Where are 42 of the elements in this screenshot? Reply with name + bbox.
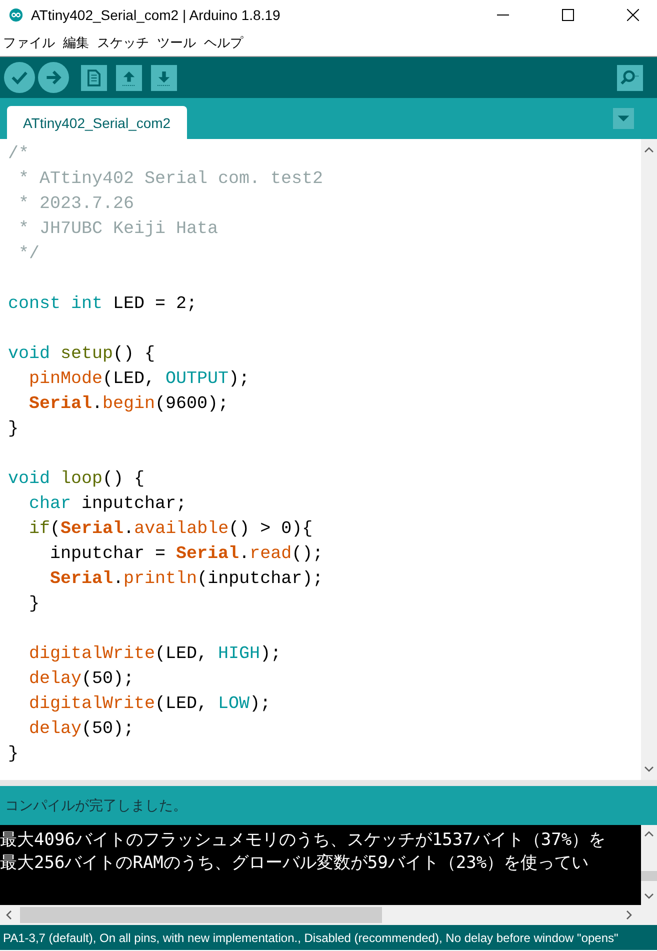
code-line: delay(50);: [28, 718, 134, 741]
maximize-icon[interactable]: [562, 9, 574, 21]
code-line: Serial.begin(9600);: [28, 393, 229, 416]
console-line: 最大4096バイトのフラッシュメモリのうち、スケッチが1537バイト（37%）を: [0, 829, 606, 852]
sketch-tab[interactable]: ATtiny402_Serial_com2: [7, 106, 187, 139]
code-line: /*: [8, 143, 30, 166]
menu-item[interactable]: ヘルプ: [203, 33, 244, 53]
horizontal-scrollbar[interactable]: [0, 905, 657, 925]
menu-item[interactable]: スケッチ: [96, 33, 150, 53]
code-line: }: [28, 593, 40, 616]
console-vertical-scrollbar[interactable]: [641, 825, 657, 905]
code-line: char inputchar;: [28, 493, 187, 516]
code-line: inputchar = Serial.read();: [49, 543, 324, 566]
close-icon[interactable]: [627, 9, 639, 21]
code-line: * JH7UBC Keiji Hata: [18, 218, 218, 241]
code-line: digitalWrite(LED, LOW);: [28, 693, 271, 716]
code-line: Serial.println(inputchar);: [49, 568, 324, 591]
status-message: コンパイルが完了しました。: [0, 786, 657, 825]
new-file-icon[interactable]: [81, 64, 107, 90]
window-title: ATtiny402_Serial_com2 | Arduino 1.8.19: [31, 7, 280, 23]
code-line: pinMode(LED, OUTPUT);: [28, 368, 250, 391]
code-line: digitalWrite(LED, HIGH);: [28, 643, 282, 666]
board-settings-status: PA1-3,7 (default), On all pins, with new implementation., Disabled (recommended), No delay before window "opens": [0, 925, 657, 950]
code-line: const int LED = 2;: [8, 293, 198, 316]
serial-monitor-magnifier-icon[interactable]: [617, 64, 643, 90]
tab-menu-dropdown-icon[interactable]: [613, 108, 634, 129]
menu-item[interactable]: ファイル: [2, 33, 56, 53]
console-line: 最大256バイトのRAMのうち、グローバル変数が59バイト（23%）を使ってい: [0, 852, 589, 875]
code-line: }: [8, 418, 19, 441]
code-line: delay(50);: [28, 668, 134, 691]
menu-item[interactable]: 編集: [62, 33, 90, 53]
code-line: void loop() {: [8, 468, 145, 491]
menu-item[interactable]: ツール: [156, 33, 197, 53]
app-logo-icon: [9, 8, 23, 22]
code-line: * ATtiny402 Serial com. test2: [18, 168, 324, 191]
code-line: void setup() {: [8, 343, 156, 366]
vertical-scrollbar[interactable]: [641, 139, 657, 780]
code-line: }: [8, 743, 19, 766]
code-line: * 2023.7.26: [18, 193, 134, 216]
code-line: if(Serial.available() > 0){: [28, 518, 313, 541]
verify-checkmark-icon[interactable]: [4, 62, 35, 93]
code-line: */: [18, 243, 40, 266]
